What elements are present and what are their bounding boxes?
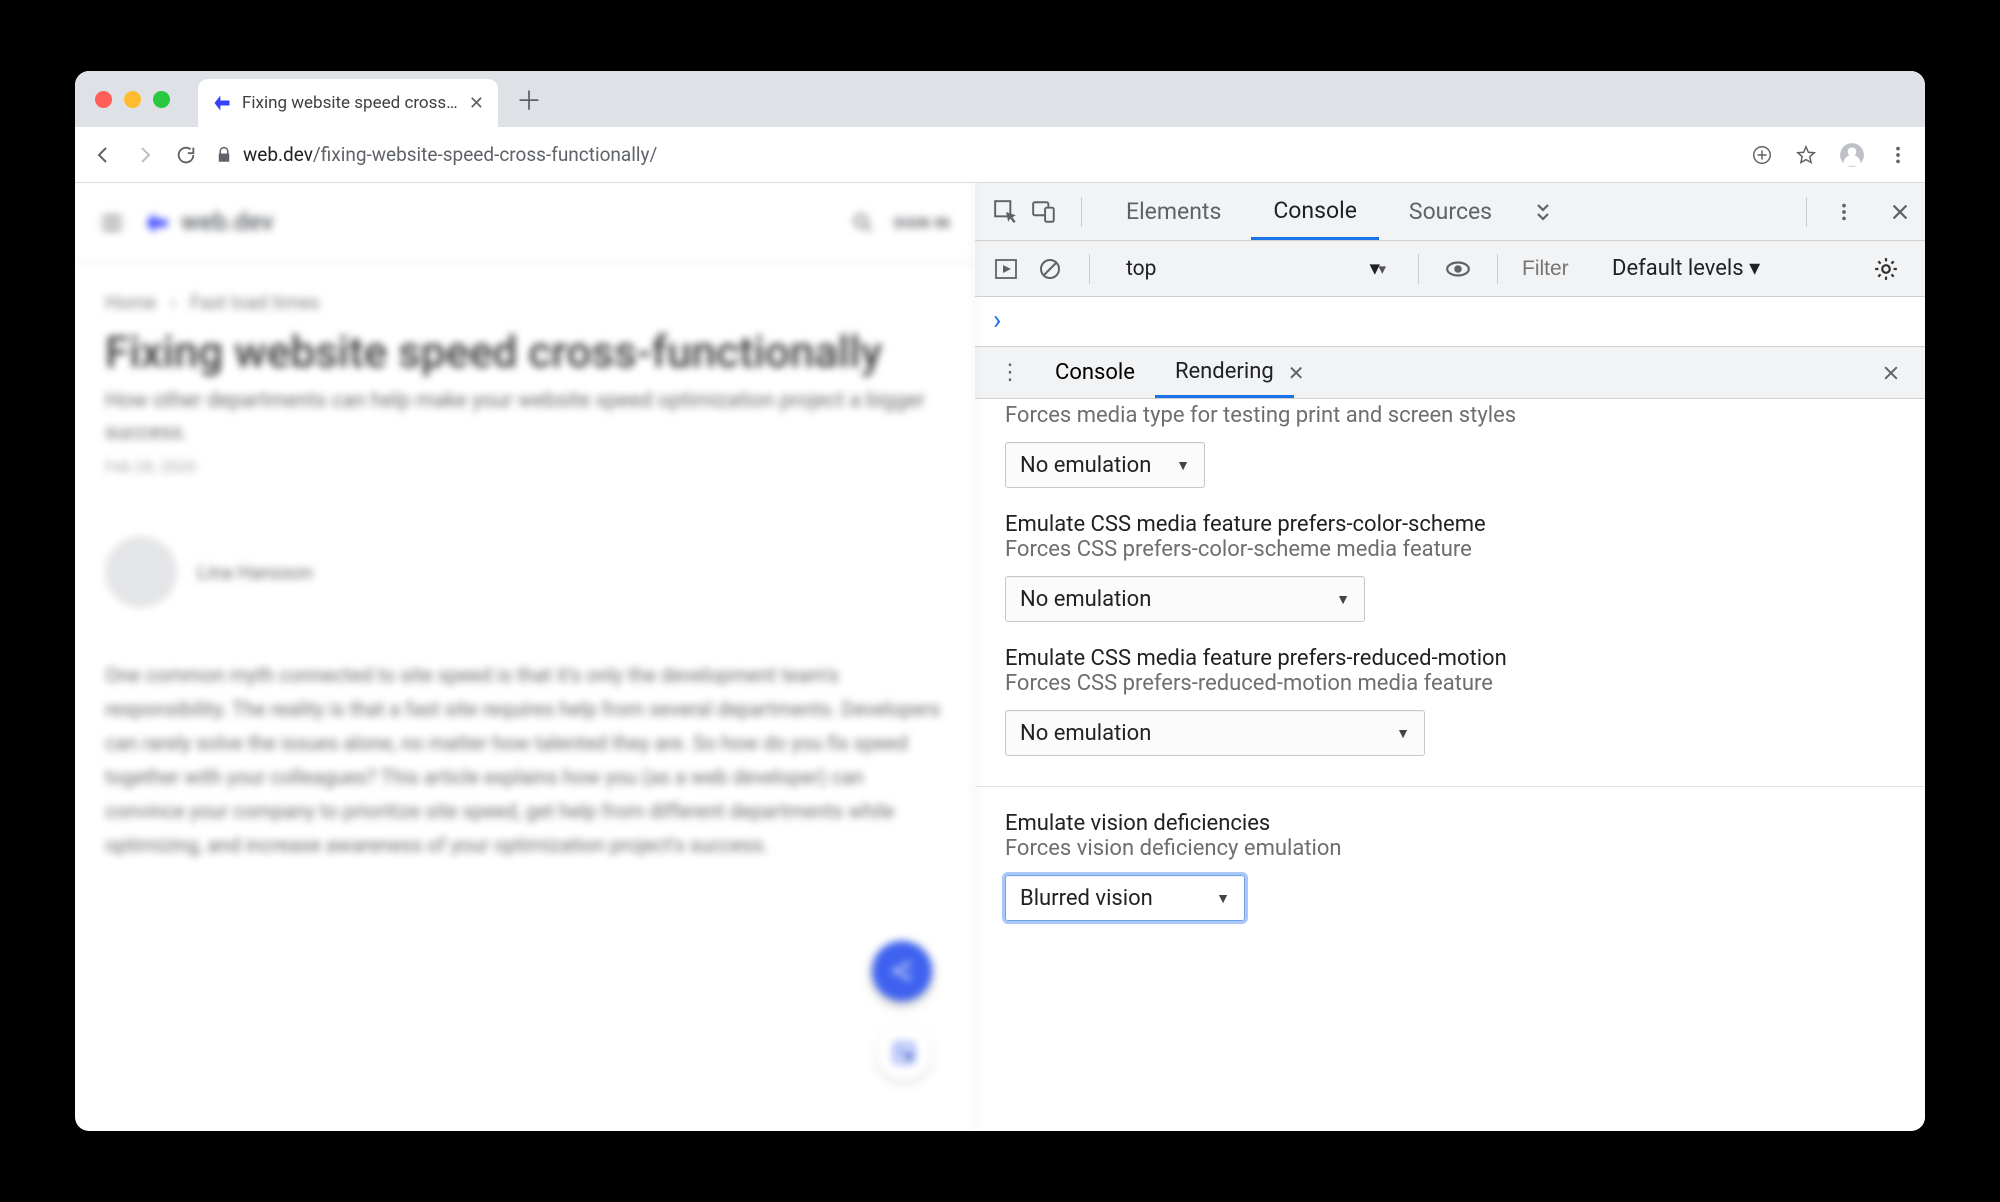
breadcrumb-home[interactable]: Home: [105, 291, 156, 314]
context-selector[interactable]: top ▾: [1114, 241, 1394, 296]
devtools-panel: Elements Console Sources: [975, 183, 1925, 1131]
media-type-select[interactable]: No emulation▼: [1005, 442, 1205, 488]
prefers-reduced-motion-desc: Forces CSS prefers-reduced-motion media …: [1005, 671, 1895, 696]
browser-tab[interactable]: Fixing website speed cross-fu… ✕: [198, 79, 498, 127]
drawer-tab-close-icon[interactable]: ✕: [1288, 361, 1305, 385]
vision-deficiencies-desc: Forces vision deficiency emulation: [1005, 836, 1895, 861]
execute-icon[interactable]: [991, 254, 1021, 284]
tab-title: Fixing website speed cross-fu…: [242, 93, 459, 113]
sign-in-button[interactable]: SIGN IN: [893, 214, 950, 232]
toolbar: web.dev/fixing-website-speed-cross-funct…: [75, 127, 1925, 183]
prefers-color-scheme-select[interactable]: No emulation▼: [1005, 576, 1365, 622]
back-button[interactable]: [91, 143, 115, 167]
devtools-tab-bar: Elements Console Sources: [975, 183, 1925, 241]
inspect-element-icon[interactable]: [991, 197, 1021, 227]
live-expression-icon[interactable]: [1443, 254, 1473, 284]
drawer-menu-icon[interactable]: ⋮: [985, 360, 1035, 385]
breadcrumb: Home › Fast load times: [75, 263, 974, 320]
address-bar[interactable]: web.dev/fixing-website-speed-cross-funct…: [215, 143, 1733, 166]
site-brand: web.dev: [181, 208, 274, 237]
vision-deficiencies-title: Emulate vision deficiencies: [1005, 811, 1895, 836]
device-toggle-icon[interactable]: [1029, 197, 1059, 227]
site-header: web.dev SIGN IN: [75, 183, 974, 263]
minimize-window-button[interactable]: [124, 91, 141, 108]
tab-elements[interactable]: Elements: [1104, 183, 1243, 240]
browser-window: Fixing website speed cross-fu… ✕ ＋ web.d…: [75, 71, 1925, 1131]
drawer-tab-console[interactable]: Console: [1035, 347, 1155, 398]
hamburger-icon[interactable]: [99, 210, 125, 236]
tab-strip: Fixing website speed cross-fu… ✕ ＋: [75, 71, 1925, 127]
reload-button[interactable]: [175, 144, 197, 166]
favicon-icon: [212, 93, 232, 113]
close-tab-button[interactable]: ✕: [469, 93, 484, 114]
breadcrumb-section[interactable]: Fast load times: [190, 291, 320, 314]
prefers-reduced-motion-select[interactable]: No emulation▼: [1005, 710, 1425, 756]
article-body: One common myth connected to site speed …: [75, 648, 974, 872]
chevron-right-icon: ›: [170, 291, 176, 314]
page-title: Fixing website speed cross-functionally: [75, 320, 974, 380]
share-fab[interactable]: [872, 941, 932, 1001]
url-path: /fixing-website-speed-cross-functionally…: [313, 143, 657, 166]
drawer-close-icon[interactable]: [1867, 363, 1915, 383]
drawer-tab-bar: ⋮ Console Rendering ✕: [975, 347, 1925, 399]
author-name: Lina Hansson: [197, 561, 313, 584]
prefers-color-scheme-title: Emulate CSS media feature prefers-color-…: [1005, 512, 1895, 537]
vision-deficiencies-select[interactable]: Blurred vision▼: [1005, 875, 1245, 921]
console-toolbar: top ▾ Default levels ▾: [975, 241, 1925, 297]
webpage-viewport: web.dev SIGN IN Home › Fast load times F…: [75, 183, 975, 1131]
more-tabs-icon[interactable]: [1528, 197, 1558, 227]
site-logo[interactable]: web.dev: [143, 208, 274, 237]
tab-sources[interactable]: Sources: [1387, 183, 1514, 240]
devtools-close-icon[interactable]: [1885, 197, 1915, 227]
new-tab-button[interactable]: ＋: [516, 81, 542, 118]
maximize-window-button[interactable]: [153, 91, 170, 108]
url-host: web.dev: [243, 143, 313, 166]
page-date: Feb 28, 2020: [75, 449, 974, 476]
forward-button[interactable]: [133, 143, 157, 167]
tab-console[interactable]: Console: [1251, 183, 1379, 240]
profile-avatar-icon[interactable]: [1839, 142, 1865, 168]
clear-console-icon[interactable]: [1035, 254, 1065, 284]
window-controls: [95, 91, 170, 108]
browser-menu-button[interactable]: [1887, 144, 1909, 166]
toolbar-right: [1751, 142, 1909, 168]
page-subtitle: How other departments can help make your…: [75, 380, 974, 449]
prefers-reduced-motion-title: Emulate CSS media feature prefers-reduce…: [1005, 646, 1895, 671]
console-filter-input[interactable]: [1522, 252, 1598, 286]
devtools-menu-icon[interactable]: [1829, 197, 1859, 227]
install-app-icon[interactable]: [1751, 144, 1773, 166]
author-block: Lina Hansson: [75, 476, 974, 648]
rendering-drawer: Forces media type for testing print and …: [975, 399, 1925, 1131]
content-split: web.dev SIGN IN Home › Fast load times F…: [75, 183, 1925, 1131]
log-levels-selector[interactable]: Default levels ▾: [1612, 256, 1760, 281]
lock-icon: [215, 146, 233, 164]
console-settings-icon[interactable]: [1871, 254, 1901, 284]
bookmark-star-icon[interactable]: [1795, 144, 1817, 166]
media-type-desc: Forces media type for testing print and …: [1005, 403, 1895, 428]
close-window-button[interactable]: [95, 91, 112, 108]
console-output: ›: [975, 297, 1925, 347]
translate-fab[interactable]: [876, 1025, 932, 1081]
search-icon[interactable]: [851, 211, 875, 235]
prefers-color-scheme-desc: Forces CSS prefers-color-scheme media fe…: [1005, 537, 1895, 562]
author-avatar: [105, 536, 177, 608]
drawer-tab-rendering[interactable]: Rendering: [1155, 347, 1294, 398]
